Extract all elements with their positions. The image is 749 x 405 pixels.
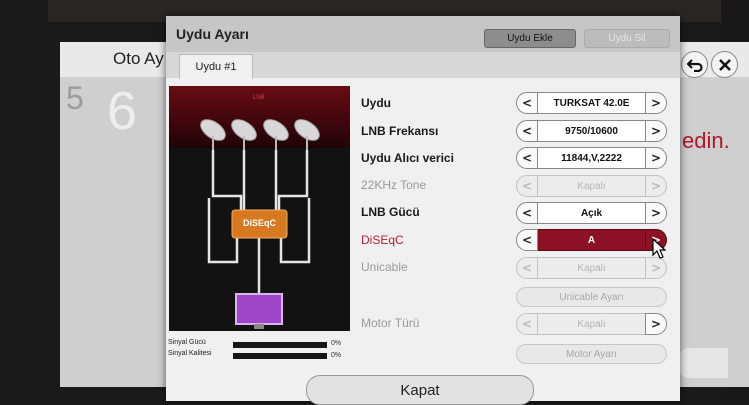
chevron-left-icon: <	[521, 233, 533, 247]
lnb-power-prev-button[interactable]: <	[516, 202, 538, 224]
chevron-left-icon: <	[521, 206, 533, 220]
tv-stand	[254, 324, 264, 329]
background-wizard-title: Oto Ay	[113, 49, 164, 68]
lnb-frequency-prev-button[interactable]: <	[516, 120, 538, 142]
tv-bezel-left	[0, 0, 48, 401]
mouse-cursor-icon	[652, 238, 666, 259]
unicable-value: Kapalı	[538, 257, 645, 279]
satellite-value: TURKSAT 42.0E	[538, 92, 645, 114]
background-step-previous: 5	[66, 80, 84, 116]
diseqc-value: A	[538, 229, 645, 251]
add-satellite-button[interactable]: Uydu Ekle	[484, 29, 576, 48]
satellite-label: Uydu	[361, 96, 391, 110]
chevron-left-icon: <	[521, 124, 533, 138]
background-next-button	[680, 348, 728, 378]
motor-type-prev-button: <	[516, 313, 538, 335]
signal-strength-value: 0%	[331, 340, 342, 347]
motor-settings-button: Motor Ayarı	[516, 344, 667, 364]
motor-type-value: Kapalı	[538, 313, 645, 335]
close-icon	[718, 58, 731, 71]
unicable-settings-button: Unicable Ayarı	[516, 287, 667, 307]
back-arrow-icon	[686, 58, 703, 72]
satellite-next-button[interactable]: >	[645, 92, 667, 114]
chevron-right-icon: >	[650, 317, 662, 331]
lnb-power-value: Açık	[538, 202, 645, 224]
delete-satellite-button[interactable]: Uydu Sil	[584, 29, 670, 48]
transponder-prev-button[interactable]: <	[516, 147, 538, 169]
transponder-next-button[interactable]: >	[645, 147, 667, 169]
chevron-right-icon: >	[650, 151, 662, 165]
lnb-power-next-button[interactable]: >	[645, 202, 667, 224]
diseqc-prev-button[interactable]: <	[516, 229, 538, 251]
lnb-power-selector: < Açık >	[516, 202, 667, 224]
signal-strength-bar	[233, 342, 327, 348]
tone-22khz-label: 22KHz Tone	[361, 178, 427, 192]
chevron-left-icon: <	[521, 179, 533, 193]
signal-quality-bar	[233, 353, 327, 359]
transponder-value: 11844,V,2222	[538, 147, 645, 169]
lnb-frequency-label: LNB Frekansı	[361, 124, 439, 138]
tone-22khz-selector: < Kapalı >	[516, 175, 667, 197]
tab-satellite-1[interactable]: Uydu #1	[179, 54, 253, 79]
tone-22khz-value: Kapalı	[538, 175, 645, 197]
lnb-frequency-selector: < 9750/10600 >	[516, 120, 667, 142]
diagram-lnb-label: LNB	[253, 95, 265, 101]
chevron-right-icon: >	[650, 96, 662, 110]
diagram-switch-label: DiSEqC	[242, 218, 276, 228]
motor-type-selector: < Kapalı >	[516, 313, 667, 335]
lnb-power-label: LNB Gücü	[361, 205, 420, 219]
lnb-frequency-next-button[interactable]: >	[645, 120, 667, 142]
tv-icon	[235, 293, 283, 325]
chevron-left-icon: <	[521, 261, 533, 275]
tone-22khz-prev-button: <	[516, 175, 538, 197]
satellite-selector: < TURKSAT 42.0E >	[516, 92, 667, 114]
diseqc-diagram: LNB DiSEqC	[169, 86, 350, 331]
satellite-prev-button[interactable]: <	[516, 92, 538, 114]
diseqc-label: DiSEqC	[361, 233, 404, 247]
unicable-label: Unicable	[361, 260, 408, 274]
transponder-label: Uydu Alıcı verici	[361, 151, 454, 165]
chevron-left-icon: <	[521, 317, 533, 331]
dialog-title: Uydu Ayarı	[176, 26, 249, 42]
signal-strength-label: Sinyal Gücü	[168, 339, 206, 346]
background-step-current: 6	[107, 81, 138, 141]
chevron-right-icon: >	[650, 124, 662, 138]
lnb-frequency-value: 9750/10600	[538, 120, 645, 142]
motor-type-next-button: >	[645, 313, 667, 335]
chevron-right-icon: >	[650, 179, 662, 193]
chevron-right-icon: >	[650, 261, 662, 275]
signal-quality-label: Sinyal Kalitesi	[168, 350, 212, 357]
chevron-left-icon: <	[521, 151, 533, 165]
exit-button[interactable]	[711, 51, 738, 78]
motor-type-label: Motor Türü	[361, 316, 420, 330]
chevron-left-icon: <	[521, 96, 533, 110]
unicable-prev-button: <	[516, 257, 538, 279]
chevron-right-icon: >	[650, 206, 662, 220]
background-instruction-text: edin.	[682, 128, 730, 153]
back-button[interactable]	[681, 51, 708, 78]
diseqc-selector: < A >	[516, 229, 667, 251]
unicable-selector: < Kapalı >	[516, 257, 667, 279]
tone-22khz-next-button: >	[645, 175, 667, 197]
unicable-next-button: >	[645, 257, 667, 279]
transponder-selector: < 11844,V,2222 >	[516, 147, 667, 169]
signal-quality-value: 0%	[331, 352, 342, 359]
